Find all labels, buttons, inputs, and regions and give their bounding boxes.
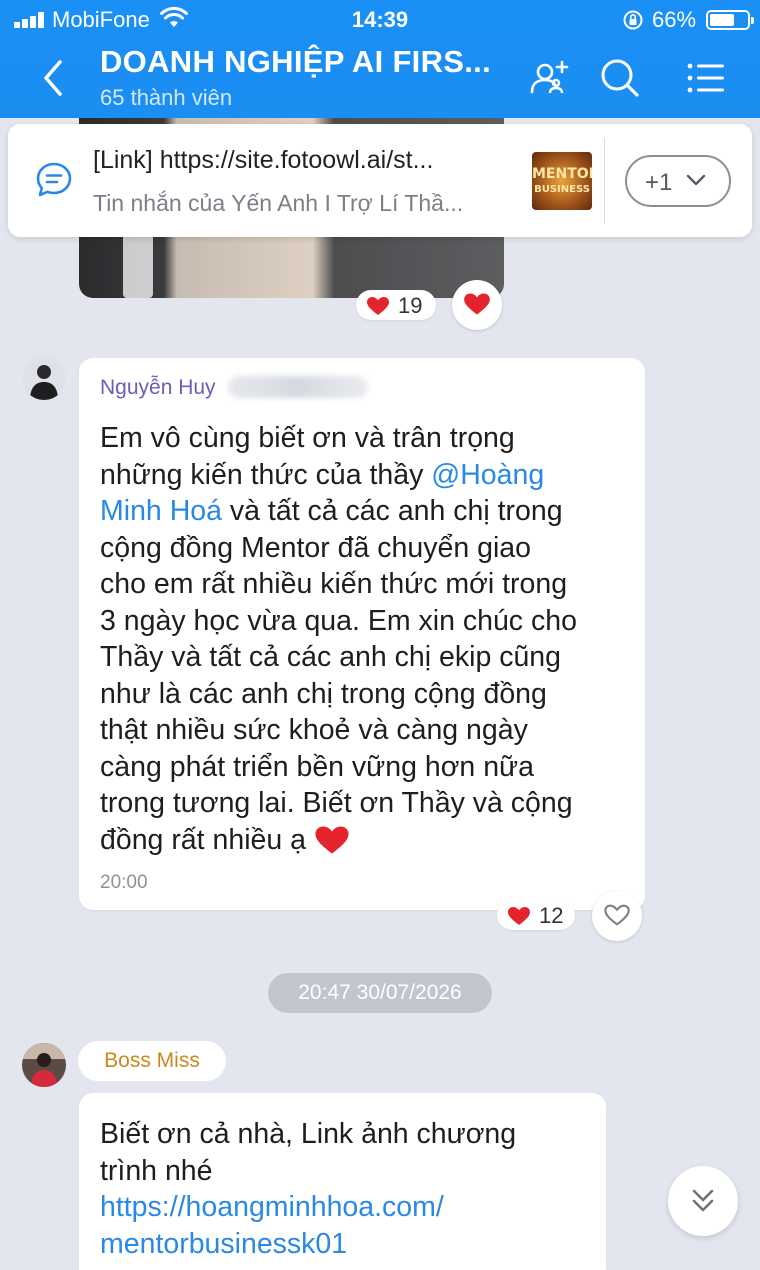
message-line: thật nhiều sức khoẻ và càng ngày [100, 714, 528, 746]
message-line: cho em rất nhiều kiến thức mới trong [100, 568, 568, 600]
message-line: cộng đồng Mentor đã chuyển giao [100, 531, 531, 564]
reaction-summary[interactable]: 12 [497, 900, 575, 930]
react-button[interactable] [592, 891, 642, 941]
message-line: Minh Hoá và tất cả các anh chị trong [100, 495, 563, 527]
message-line: những kiến thức của thầy @Hoàng [100, 458, 545, 491]
pinned-title: [Link] https://site.fotoowl.ai/st... [93, 146, 434, 174]
more-pinned-button[interactable]: +1 [625, 155, 731, 207]
battery-percent: 66% [652, 7, 697, 32]
reaction-count: 12 [539, 903, 564, 928]
message-line: trình nhé [100, 1154, 213, 1187]
rotation-lock-icon [623, 10, 643, 30]
heart-icon [508, 907, 530, 925]
message-line: Biết ơn cả nhà, Link ảnh chương [100, 1118, 517, 1150]
top-bar: MobiFone 14:39 66% DOANH NGHIỆP AI FIRS.… [0, 0, 760, 118]
sender-name[interactable]: Nguyễn Huy [100, 376, 216, 400]
message-line: đồng rất nhiều ạ [100, 822, 577, 859]
avatar[interactable] [22, 1043, 66, 1087]
menu-icon[interactable] [684, 56, 728, 100]
mention-link[interactable]: @Hoàng [431, 459, 544, 491]
message-text: Em vô cùng biết ơn và trân trọng những k… [100, 420, 577, 858]
message-line: Em vô cùng biết ơn và trân trọng [100, 422, 515, 454]
scroll-to-bottom-button[interactable] [668, 1166, 738, 1236]
date-separator: 20:47 30/07/2026 [268, 973, 492, 1013]
clock: 14:39 [351, 7, 409, 32]
chevron-down-icon [686, 174, 706, 186]
sender-tag [228, 376, 368, 398]
double-chevron-down-icon [692, 1189, 714, 1212]
message-link[interactable]: https://hoangminhhoa.com/ [100, 1189, 516, 1226]
mention-link[interactable]: Minh Hoá [100, 495, 222, 527]
search-icon[interactable] [598, 56, 642, 100]
message-bubble-icon [36, 162, 72, 197]
heart-outline-icon [604, 904, 630, 926]
heart-emoji-icon [315, 826, 349, 853]
message-text: Biết ơn cả nhà, Link ảnh chương trình nh… [100, 1116, 516, 1262]
sender-name[interactable]: Boss Miss [78, 1041, 226, 1081]
group-title[interactable]: DOANH NGHIỆP AI FIRS... [100, 44, 491, 80]
reaction-count: 19 [398, 293, 423, 318]
message-line: càng phát triển bền vững hơn nữa [100, 750, 534, 783]
member-count: 65 thành viên [100, 85, 233, 110]
pinned-subtitle: Tin nhắn của Yến Anh I Trợ Lí Thầ... [93, 190, 464, 216]
message-time: 20:00 [100, 872, 148, 893]
heart-icon [367, 297, 389, 315]
heart-icon [464, 293, 490, 315]
message-line: 3 ngày học vừa qua. Em xin chúc cho [100, 604, 577, 637]
message-line: Thầy và tất cả các anh chị ekip cũng [100, 641, 562, 673]
avatar[interactable] [22, 356, 66, 400]
status-bar: MobiFone 14:39 66% [0, 0, 760, 40]
message-link[interactable]: mentorbusinessk01 [100, 1226, 516, 1263]
pinned-divider [604, 138, 605, 224]
add-member-icon[interactable] [528, 56, 572, 100]
react-button[interactable] [452, 280, 502, 330]
pinned-thumbnail: MENTOR BUSINESS [532, 152, 592, 210]
message-line: trong tương lai. Biết ơn Thầy và cộng [100, 787, 573, 819]
reaction-summary[interactable]: 19 [356, 290, 436, 320]
back-icon[interactable] [36, 56, 72, 100]
more-pinned-label: +1 [645, 169, 673, 196]
pinned-message-bar[interactable]: [Link] https://site.fotoowl.ai/st... Tin… [8, 124, 752, 237]
battery-icon [706, 10, 754, 30]
message-line: như là các anh chị trong cộng đồng [100, 677, 547, 710]
